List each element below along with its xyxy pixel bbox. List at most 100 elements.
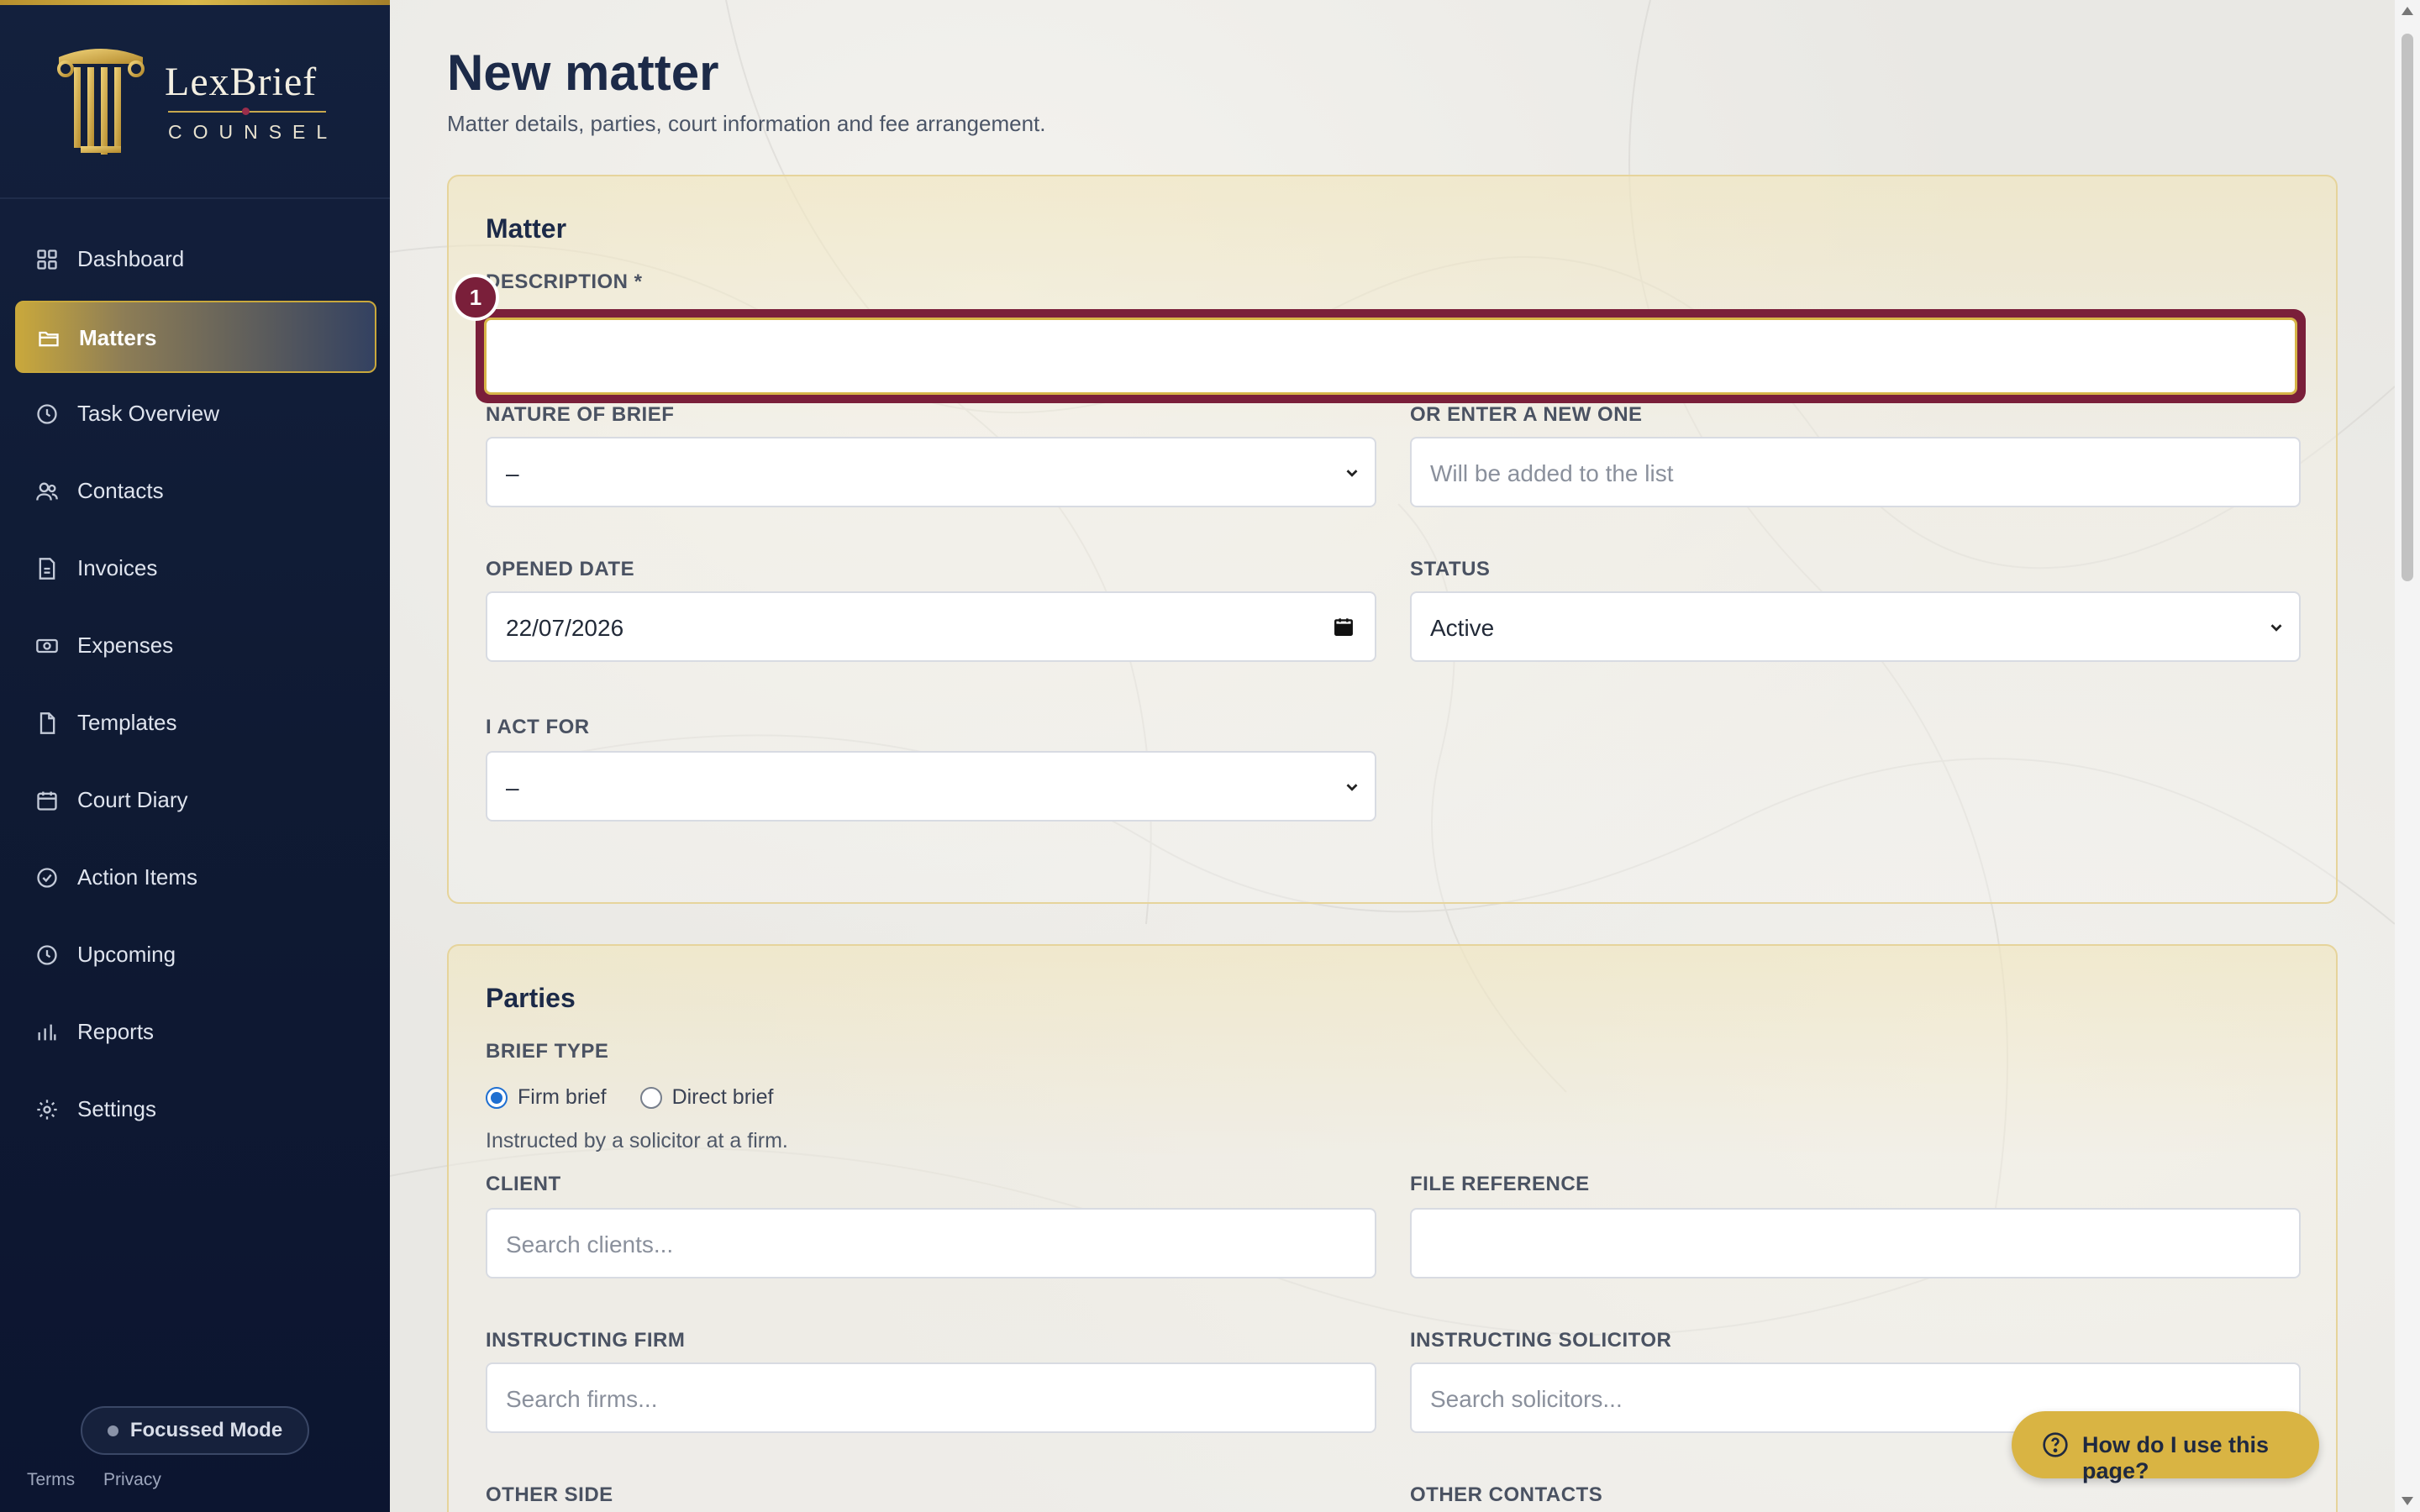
parties-card-title: Parties: [486, 983, 576, 1013]
new-nature-label: OR ENTER A NEW ONE: [1410, 403, 1643, 426]
question-circle-icon: [2043, 1432, 2068, 1457]
document-icon: [39, 712, 55, 734]
sidebar-item-label: Task Overview: [77, 401, 220, 426]
sidebar-item-label: Invoices: [77, 555, 158, 580]
description-input[interactable]: [484, 318, 2297, 395]
brief-type-hint: Instructed by a solicitor at a firm.: [486, 1129, 788, 1152]
firm-brief-label[interactable]: Firm brief: [518, 1085, 607, 1110]
scrollbar-thumb[interactable]: [2402, 34, 2413, 581]
opened-date-input[interactable]: 22/07/2026: [486, 591, 1376, 662]
bar-chart-icon: [38, 1024, 56, 1041]
brand-tagline: COUNSEL: [168, 121, 339, 143]
brief-type-label: BRIEF TYPE: [486, 1040, 609, 1063]
logo-dot: [242, 108, 250, 115]
clock-icon: [37, 945, 57, 965]
pillar-logo-icon: [57, 49, 145, 155]
file-reference-label: FILE REFERENCE: [1410, 1173, 1590, 1195]
calendar-icon[interactable]: [1333, 615, 1355, 638]
brief-type-radio-group: Firm brief Direct brief: [486, 1085, 807, 1110]
instructing-solicitor-label: INSTRUCTING SOLICITOR: [1410, 1329, 1672, 1352]
sidebar-item-label: Templates: [77, 710, 177, 735]
sidebar-item-label: Settings: [77, 1096, 156, 1121]
privacy-link[interactable]: Privacy: [103, 1470, 161, 1489]
sidebar-accent-bar: [0, 0, 390, 5]
sidebar: LexBrief COUNSEL Dashboard Matters Task …: [0, 0, 390, 1512]
logo[interactable]: LexBrief COUNSEL: [55, 42, 341, 165]
sidebar-item-label: Contacts: [77, 478, 164, 503]
direct-brief-label[interactable]: Direct brief: [672, 1085, 774, 1110]
file-reference-input[interactable]: [1410, 1208, 2301, 1278]
act-for-select[interactable]: –: [486, 751, 1376, 822]
step-badge: 1: [452, 274, 499, 321]
instructing-firm-label: INSTRUCTING FIRM: [486, 1329, 686, 1352]
sidebar-item-templates[interactable]: Templates: [15, 687, 376, 759]
sidebar-item-settings[interactable]: Settings: [15, 1074, 376, 1146]
chevron-down-icon: [1346, 470, 1358, 477]
page-subtitle: Matter details, parties, court informati…: [447, 111, 1046, 136]
focus-status-dot: [107, 1425, 118, 1436]
opened-date-value: 22/07/2026: [506, 615, 624, 641]
act-for-value: –: [506, 774, 519, 801]
direct-brief-radio[interactable]: [639, 1086, 662, 1109]
invoice-icon: [39, 558, 55, 580]
sidebar-item-reports[interactable]: Reports: [15, 996, 376, 1068]
description-highlight: [476, 309, 2306, 403]
sidebar-item-label: Reports: [77, 1019, 155, 1044]
sidebar-item-dashboard[interactable]: Dashboard: [15, 223, 376, 296]
sidebar-item-label: Action Items: [77, 864, 198, 890]
scroll-down-arrow-icon[interactable]: [2402, 1497, 2413, 1505]
sidebar-item-matters[interactable]: Matters: [15, 301, 376, 373]
main-content: New matter Matter details, parties, cour…: [390, 0, 2395, 1512]
sidebar-item-contacts[interactable]: Contacts: [15, 455, 376, 528]
sidebar-divider: [0, 197, 390, 199]
sidebar-item-court-diary[interactable]: Court Diary: [15, 764, 376, 837]
banknote-icon: [36, 638, 58, 654]
firm-brief-radio[interactable]: [486, 1086, 508, 1109]
other-contacts-label: OTHER CONTACTS: [1410, 1483, 1603, 1506]
sidebar-footer: Terms Privacy: [27, 1470, 185, 1490]
gear-icon: [37, 1100, 57, 1120]
sidebar-item-action-items[interactable]: Action Items: [15, 842, 376, 914]
new-nature-input[interactable]: Will be added to the list: [1410, 437, 2301, 507]
status-value: Active: [1430, 615, 1495, 641]
matter-card-title: Matter: [486, 213, 567, 244]
firm-placeholder: Search firms...: [506, 1386, 658, 1412]
sidebar-item-label: Dashboard: [77, 246, 185, 271]
sidebar-item-expenses[interactable]: Expenses: [15, 610, 376, 682]
nature-of-brief-label: NATURE OF BRIEF: [486, 403, 675, 426]
page-scrollbar[interactable]: [2395, 0, 2420, 1512]
status-label: STATUS: [1410, 558, 1491, 580]
brand-name: LexBrief: [165, 60, 318, 104]
sidebar-item-upcoming[interactable]: Upcoming: [15, 919, 376, 991]
nature-of-brief-select[interactable]: –: [486, 437, 1376, 507]
opened-date-label: OPENED DATE: [486, 558, 635, 580]
act-for-label: I ACT FOR: [486, 716, 590, 738]
help-button-label: How do I use this page?: [2082, 1432, 2270, 1483]
client-search-input[interactable]: Search clients...: [486, 1208, 1376, 1278]
other-side-label: OTHER SIDE: [486, 1483, 613, 1506]
chevron-down-icon: [1346, 784, 1358, 791]
scroll-up-arrow-icon[interactable]: [2402, 7, 2413, 15]
focus-mode-label: Focussed Mode: [129, 1419, 283, 1441]
terms-link[interactable]: Terms: [27, 1470, 75, 1489]
help-button[interactable]: How do I use this page?: [2012, 1411, 2319, 1483]
clock-icon: [37, 404, 57, 424]
status-select[interactable]: Active: [1410, 591, 2301, 662]
page-title: New matter: [447, 45, 719, 101]
instructing-firm-input[interactable]: Search firms...: [486, 1362, 1376, 1433]
calendar-icon: [37, 791, 57, 811]
sidebar-item-label: Upcoming: [77, 942, 176, 967]
description-label: DESCRIPTION *: [486, 270, 643, 293]
sidebar-item-label: Expenses: [77, 633, 174, 658]
client-placeholder: Search clients...: [506, 1231, 674, 1257]
matter-card: Matter DESCRIPTION * NATURE OF BRIEF – O…: [447, 175, 2338, 904]
check-circle-icon: [37, 868, 57, 888]
focus-mode-toggle[interactable]: Focussed Mode: [81, 1406, 309, 1455]
solicitor-placeholder: Search solicitors...: [1430, 1386, 1623, 1412]
sidebar-item-label: Matters: [79, 325, 157, 350]
sidebar-item-invoices[interactable]: Invoices: [15, 533, 376, 605]
sidebar-item-task-overview[interactable]: Task Overview: [15, 378, 376, 450]
new-nature-placeholder: Will be added to the list: [1430, 460, 1674, 486]
chevron-down-icon: [2270, 624, 2282, 632]
folder-icon: [39, 331, 59, 347]
